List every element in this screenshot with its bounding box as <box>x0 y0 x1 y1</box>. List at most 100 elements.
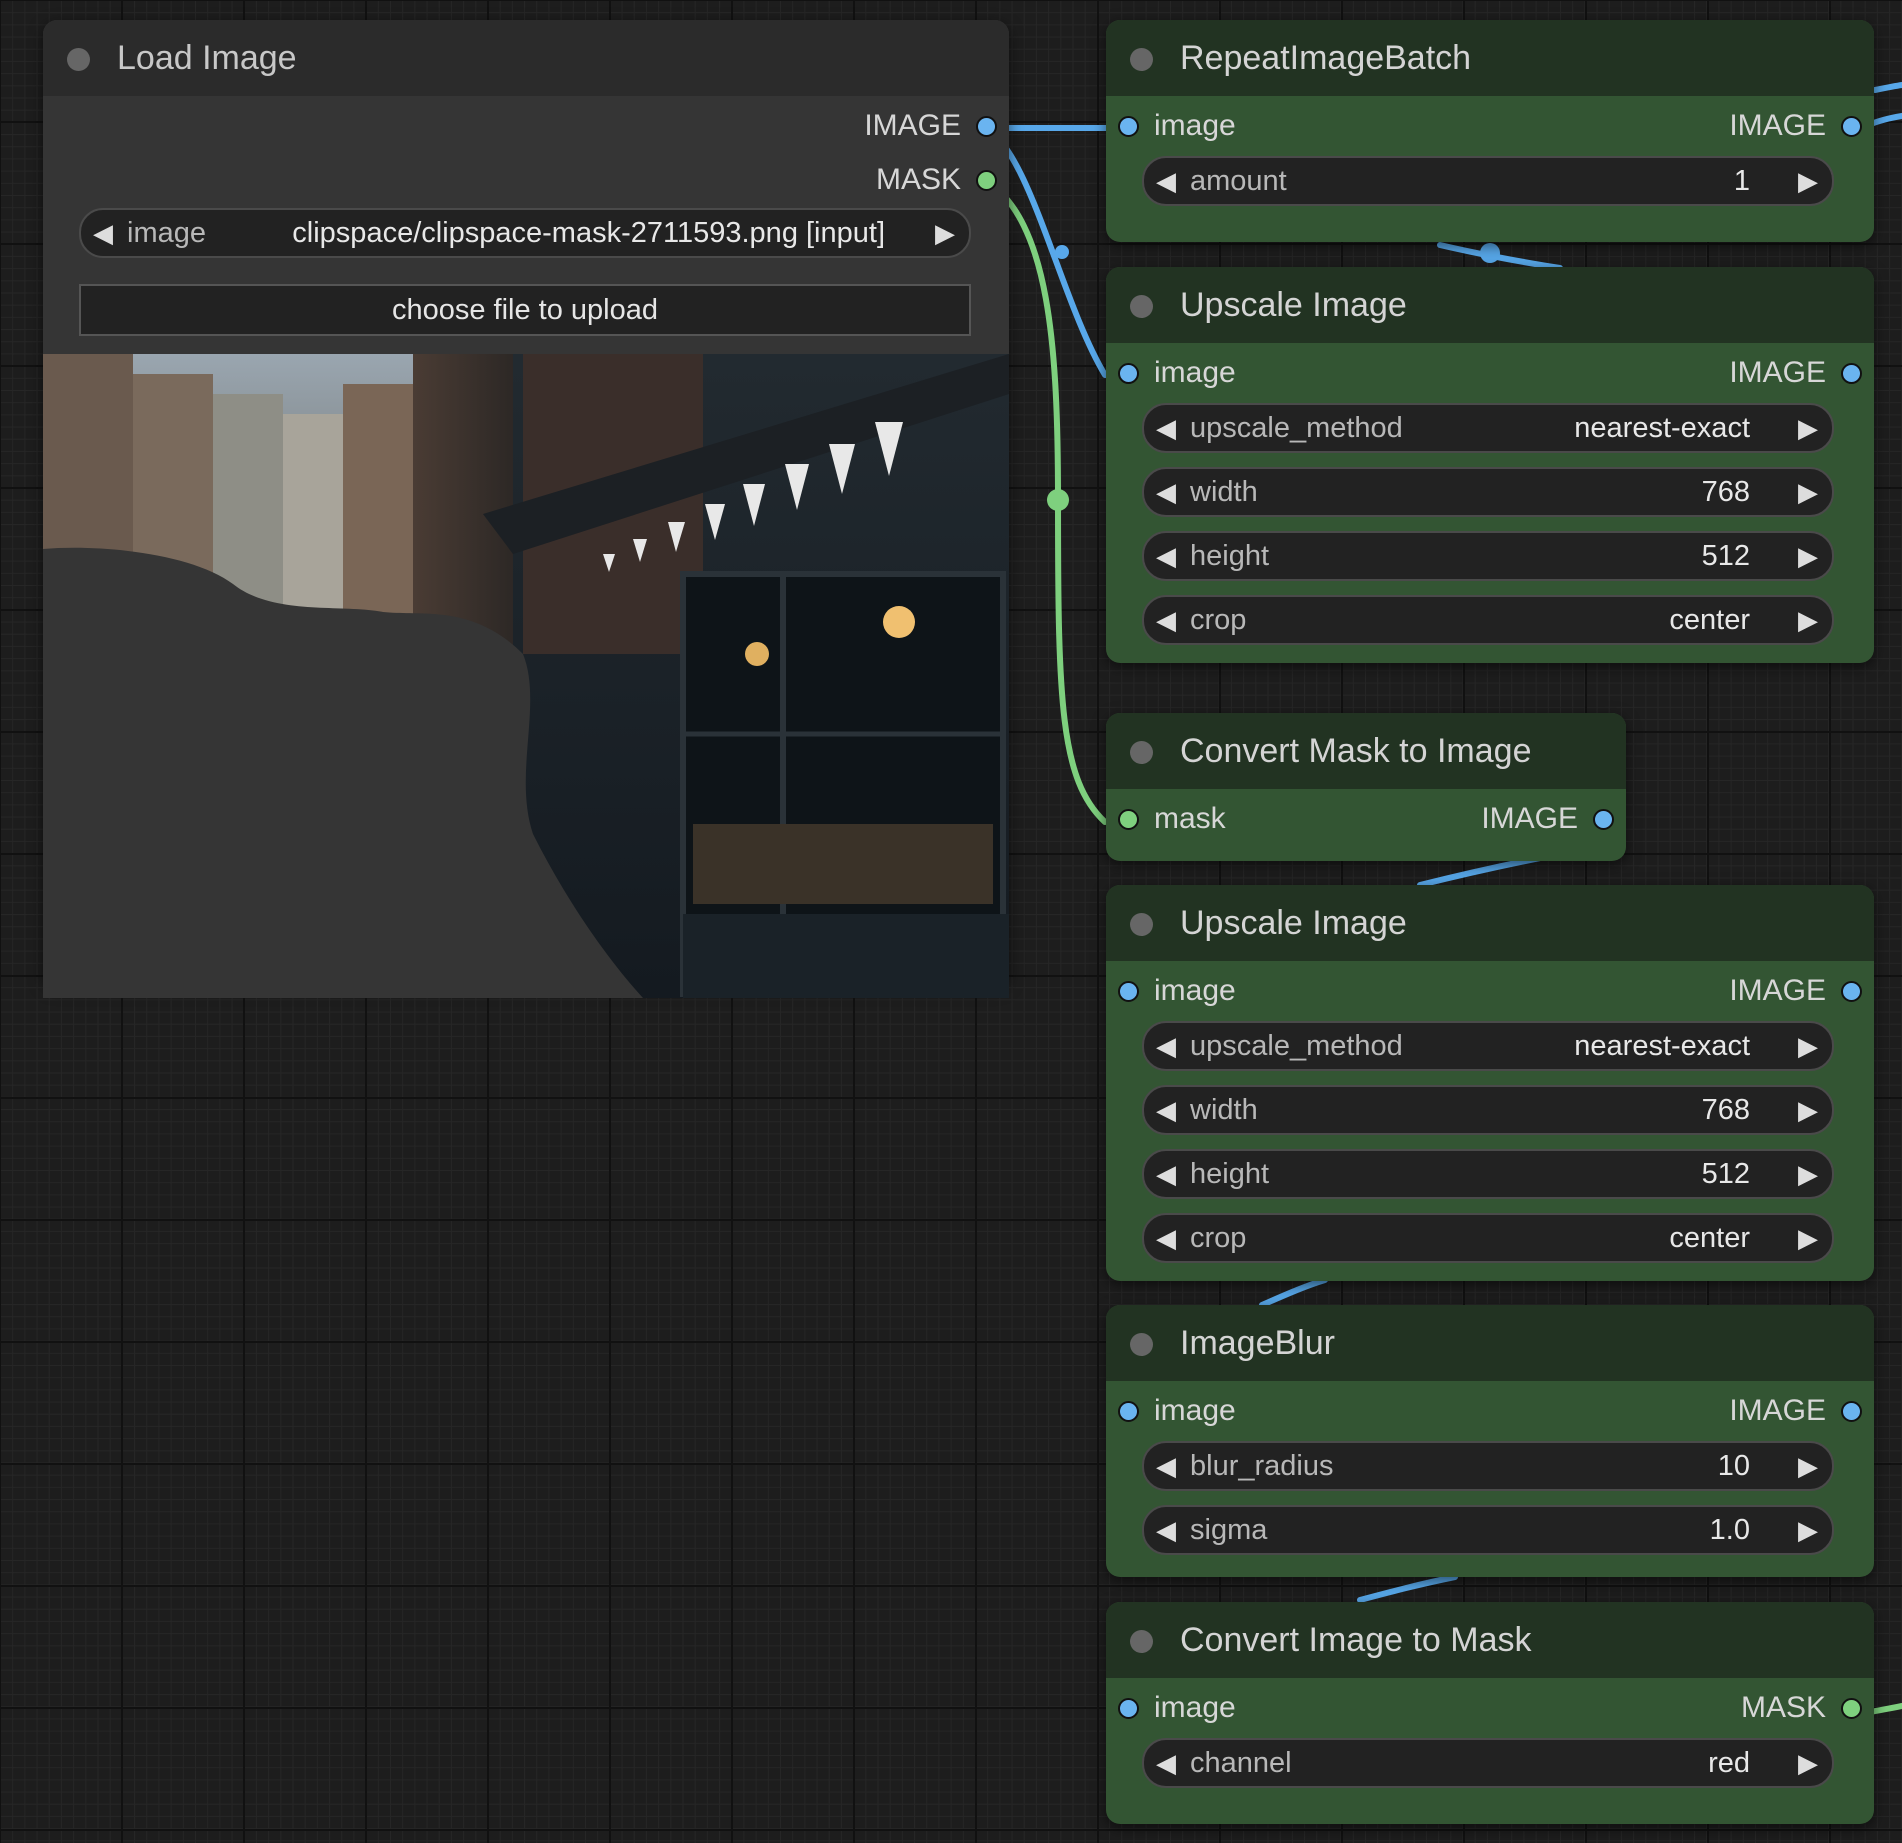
circle-dot-icon[interactable] <box>1130 48 1153 71</box>
slot-row[interactable]: image IMAGE <box>1106 343 1874 403</box>
output-dot-icon[interactable] <box>1841 1401 1862 1422</box>
widget-label: width <box>1190 1094 1258 1126</box>
slot-row[interactable]: image IMAGE <box>1106 961 1874 1021</box>
triangle-left-icon[interactable]: ◀ <box>1156 533 1176 579</box>
triangle-left-icon[interactable]: ◀ <box>1156 158 1176 204</box>
triangle-left-icon[interactable]: ◀ <box>1156 469 1176 515</box>
node-title-bar[interactable]: Upscale Image <box>1106 885 1874 961</box>
node-title-bar[interactable]: ImageBlur <box>1106 1305 1874 1381</box>
circle-dot-icon[interactable] <box>1130 741 1153 764</box>
image-select-widget[interactable]: ◀ image clipspace/clipspace-mask-2711593… <box>79 208 971 258</box>
node-title-bar[interactable]: Load Image <box>43 20 1009 96</box>
circle-dot-icon[interactable] <box>1130 295 1153 318</box>
widget-label: image <box>127 217 206 249</box>
triangle-left-icon[interactable]: ◀ <box>93 210 113 256</box>
reroute-dot <box>1047 489 1069 511</box>
node-title-bar[interactable]: Upscale Image <box>1106 267 1874 343</box>
triangle-left-icon[interactable]: ◀ <box>1156 1443 1176 1489</box>
triangle-right-icon[interactable]: ▶ <box>935 210 955 256</box>
input-dot-icon[interactable] <box>1118 116 1139 137</box>
triangle-right-icon[interactable]: ▶ <box>1798 1215 1818 1261</box>
upscale-image-node[interactable]: Upscale Image image IMAGE ◀ upscale_meth… <box>1106 267 1874 663</box>
upscale-method-widget[interactable]: ◀ upscale_method nearest-exact ▶ <box>1142 403 1834 453</box>
amount-widget[interactable]: ◀ amount 1 ▶ <box>1142 156 1834 206</box>
output-dot-icon[interactable] <box>1841 981 1862 1002</box>
node-title-bar[interactable]: Convert Image to Mask <box>1106 1602 1874 1678</box>
triangle-right-icon[interactable]: ▶ <box>1798 1087 1818 1133</box>
sigma-widget[interactable]: ◀ sigma 1.0 ▶ <box>1142 1505 1834 1555</box>
convert-image-to-mask-node[interactable]: Convert Image to Mask image MASK ◀ chann… <box>1106 1602 1874 1824</box>
image-blur-node[interactable]: ImageBlur image IMAGE ◀ blur_radius 10 ▶… <box>1106 1305 1874 1577</box>
input-dot-icon[interactable] <box>1118 1401 1139 1422</box>
output-dot-icon[interactable] <box>1841 116 1862 137</box>
output-slot-image[interactable]: IMAGE <box>43 96 1009 156</box>
triangle-left-icon[interactable]: ◀ <box>1156 1087 1176 1133</box>
triangle-right-icon[interactable]: ▶ <box>1798 597 1818 643</box>
triangle-right-icon[interactable]: ▶ <box>1798 158 1818 204</box>
choose-file-button[interactable]: choose file to upload <box>79 284 971 336</box>
triangle-left-icon[interactable]: ◀ <box>1156 597 1176 643</box>
output-dot-icon[interactable] <box>976 170 997 191</box>
widget-value: center <box>1669 604 1750 636</box>
widget-value: 512 <box>1701 1158 1750 1190</box>
width-widget[interactable]: ◀ width 768 ▶ <box>1142 467 1834 517</box>
triangle-right-icon[interactable]: ▶ <box>1798 1151 1818 1197</box>
channel-widget[interactable]: ◀ channel red ▶ <box>1142 1738 1834 1788</box>
link-upscale-to-blur <box>1259 1277 1328 1308</box>
node-title: Convert Image to Mask <box>1180 1621 1532 1659</box>
triangle-right-icon[interactable]: ▶ <box>1798 469 1818 515</box>
input-dot-icon[interactable] <box>1118 981 1139 1002</box>
convert-mask-to-image-node[interactable]: Convert Mask to Image mask IMAGE <box>1106 713 1626 861</box>
triangle-right-icon[interactable]: ▶ <box>1798 405 1818 451</box>
crop-widget[interactable]: ◀ crop center ▶ <box>1142 595 1834 645</box>
circle-dot-icon[interactable] <box>1130 1333 1153 1356</box>
repeat-image-batch-node[interactable]: RepeatImageBatch image IMAGE ◀ amount 1 … <box>1106 20 1874 242</box>
triangle-left-icon[interactable]: ◀ <box>1156 1215 1176 1261</box>
triangle-right-icon[interactable]: ▶ <box>1798 1023 1818 1069</box>
node-title: Upscale Image <box>1180 904 1407 942</box>
circle-dot-icon[interactable] <box>1130 1630 1153 1653</box>
widget-value: nearest-exact <box>1574 1030 1750 1062</box>
input-label: image <box>1154 974 1236 1007</box>
link-convert-out <box>1867 1703 1902 1715</box>
output-slot-mask[interactable]: MASK <box>43 150 1009 210</box>
triangle-left-icon[interactable]: ◀ <box>1156 1507 1176 1553</box>
triangle-right-icon[interactable]: ▶ <box>1798 1740 1818 1786</box>
input-dot-icon[interactable] <box>1118 1698 1139 1719</box>
input-label: image <box>1154 109 1236 142</box>
reroute-dot <box>1480 243 1500 263</box>
crop-widget[interactable]: ◀ crop center ▶ <box>1142 1213 1834 1263</box>
triangle-left-icon[interactable]: ◀ <box>1156 1151 1176 1197</box>
blur-radius-widget[interactable]: ◀ blur_radius 10 ▶ <box>1142 1441 1834 1491</box>
node-title-bar[interactable]: RepeatImageBatch <box>1106 20 1874 96</box>
node-title: Load Image <box>117 39 297 77</box>
node-title-bar[interactable]: Convert Mask to Image <box>1106 713 1626 789</box>
output-label: IMAGE <box>1481 802 1578 835</box>
slot-row[interactable]: mask IMAGE <box>1106 789 1626 849</box>
triangle-right-icon[interactable]: ▶ <box>1798 1443 1818 1489</box>
input-dot-icon[interactable] <box>1118 809 1139 830</box>
triangle-left-icon[interactable]: ◀ <box>1156 405 1176 451</box>
output-dot-icon[interactable] <box>1841 363 1862 384</box>
output-dot-icon[interactable] <box>976 116 997 137</box>
upscale-method-widget[interactable]: ◀ upscale_method nearest-exact ▶ <box>1142 1021 1834 1071</box>
height-widget[interactable]: ◀ height 512 ▶ <box>1142 531 1834 581</box>
output-label: MASK <box>875 163 961 196</box>
upscale-image-node[interactable]: Upscale Image image IMAGE ◀ upscale_meth… <box>1106 885 1874 1281</box>
width-widget[interactable]: ◀ width 768 ▶ <box>1142 1085 1834 1135</box>
output-dot-icon[interactable] <box>1593 809 1614 830</box>
slot-row[interactable]: image IMAGE <box>1106 96 1874 156</box>
slot-row[interactable]: image IMAGE <box>1106 1381 1874 1441</box>
input-label: mask <box>1154 802 1226 835</box>
input-dot-icon[interactable] <box>1118 363 1139 384</box>
circle-dot-icon[interactable] <box>67 48 90 71</box>
circle-dot-icon[interactable] <box>1130 913 1153 936</box>
triangle-right-icon[interactable]: ▶ <box>1798 1507 1818 1553</box>
output-dot-icon[interactable] <box>1841 1698 1862 1719</box>
height-widget[interactable]: ◀ height 512 ▶ <box>1142 1149 1834 1199</box>
slot-row[interactable]: image MASK <box>1106 1678 1874 1738</box>
load-image-node[interactable]: Load Image IMAGE MASK ◀ image clipspace/… <box>43 20 1009 998</box>
triangle-right-icon[interactable]: ▶ <box>1798 533 1818 579</box>
triangle-left-icon[interactable]: ◀ <box>1156 1023 1176 1069</box>
triangle-left-icon[interactable]: ◀ <box>1156 1740 1176 1786</box>
